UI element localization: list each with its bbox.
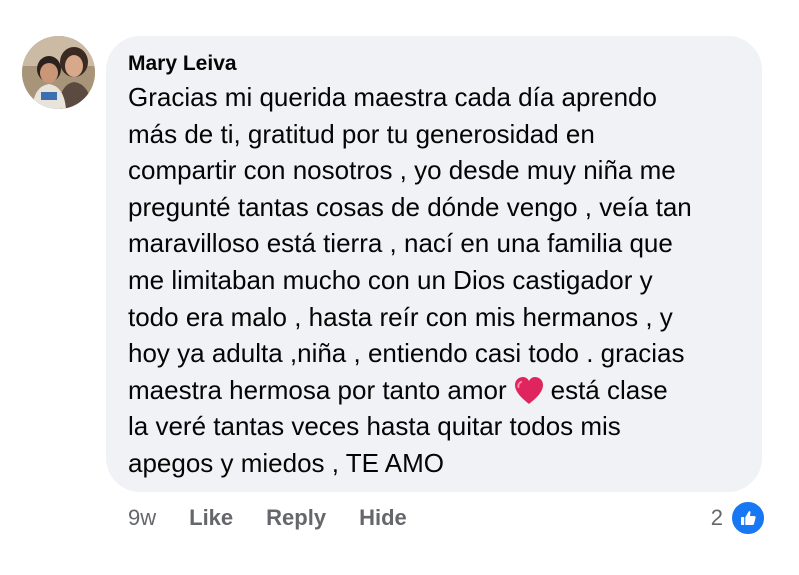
comment-bubble: Mary Leiva Gracias mi querida maestra ca… (106, 36, 762, 492)
comment-line: la veré tantas veces hasta quitar todos … (128, 411, 621, 442)
comment-line: apegos y miedos , TE AMO (128, 447, 444, 478)
comment-actions: 9w Like Reply Hide (128, 502, 440, 534)
avatar-photo (22, 36, 95, 109)
comment-container: Mary Leiva Gracias mi querida maestra ca… (0, 0, 799, 575)
reply-button[interactable]: Reply (266, 505, 326, 531)
comment-line: pregunté tantas cosas de dónde vengo , v… (128, 191, 692, 222)
reaction-count: 2 (710, 505, 723, 530)
reaction-summary[interactable]: 2 (710, 499, 767, 537)
comment-line: más de ti, gratitud por tu generosidad e… (128, 118, 595, 149)
like-button[interactable]: Like (189, 505, 233, 531)
comment-line: Gracias mi querida maestra cada día apre… (128, 82, 657, 112)
avatar[interactable] (22, 36, 95, 109)
comment-line: maravilloso está tierra , nací en una fa… (128, 228, 673, 259)
comment-line: hoy ya adulta ,niña , entiendo casi todo… (128, 338, 685, 369)
hide-button[interactable]: Hide (359, 505, 407, 531)
like-thumb-icon (729, 499, 767, 537)
author-name[interactable]: Mary Leiva (128, 51, 740, 77)
comment-line-with-emoji: maestra hermosa por tanto amor está clase (128, 372, 740, 409)
comment-line: todo era malo , hasta reír con mis herma… (128, 301, 673, 332)
comment-line: compartir con nosotros , yo desde muy ni… (128, 155, 676, 186)
red-heart-icon (513, 375, 545, 405)
timestamp[interactable]: 9w (128, 505, 156, 531)
comment-line-part: está clase (550, 374, 668, 405)
comment-line-part: maestra hermosa por tanto amor (128, 374, 507, 405)
comment-line: me limitaban mucho con un Dios castigado… (128, 264, 653, 295)
comment-text: Gracias mi querida maestra cada día apre… (128, 79, 740, 482)
